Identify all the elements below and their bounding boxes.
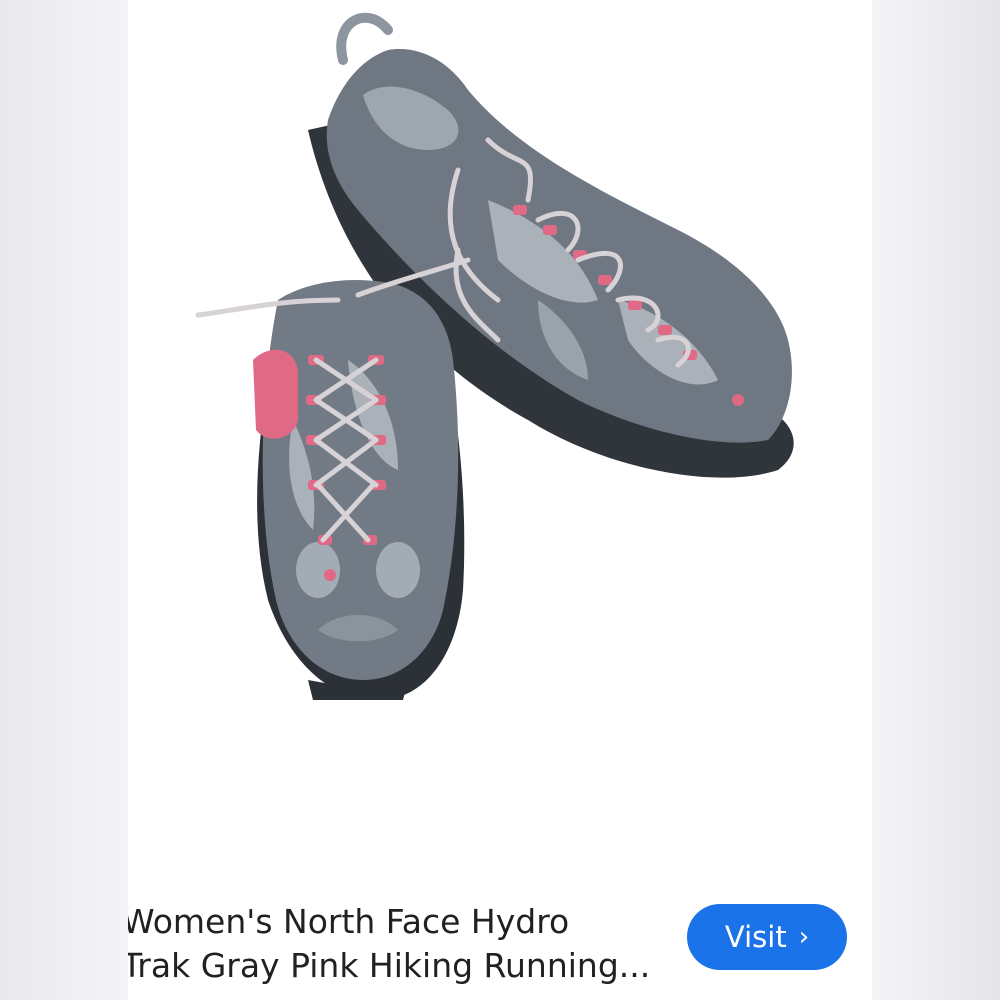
chevron-right-icon: ›: [798, 922, 810, 952]
visit-button-label: Visit: [724, 920, 787, 954]
right-margin: [872, 0, 1000, 1000]
left-margin: [0, 0, 128, 1000]
product-title-line-2: Trak Gray Pink Hiking Running...: [128, 946, 651, 985]
product-title-line-1: Women's North Face Hydro: [128, 902, 570, 941]
product-title[interactable]: Women's North Face Hydro Trak Gray Pink …: [128, 900, 662, 988]
product-image[interactable]: [158, 0, 858, 740]
visit-button[interactable]: Visit ›: [687, 904, 847, 970]
product-card[interactable]: Women's North Face Hydro Trak Gray Pink …: [128, 0, 872, 1000]
